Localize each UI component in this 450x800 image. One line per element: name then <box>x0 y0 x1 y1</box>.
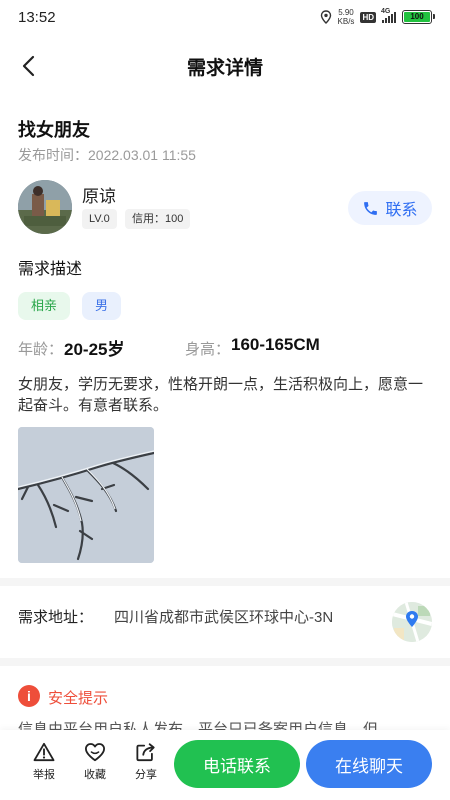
net-speed-value: 5.90 <box>338 8 354 17</box>
section-title-description: 需求描述 <box>18 261 83 278</box>
net-speed-unit: KB/s <box>337 17 355 26</box>
user-name: 原谅 <box>82 187 116 206</box>
status-bar: 13:52 5.90 KB/s HD 4G 100 <box>0 0 450 34</box>
heart-icon <box>85 743 105 762</box>
status-time: 13:52 <box>18 8 56 26</box>
frosted-branch-image <box>18 427 154 563</box>
avatar-image <box>18 180 72 234</box>
battery-level: 100 <box>404 12 430 22</box>
height-value: 160-165CM <box>231 335 320 354</box>
phone-icon <box>364 201 378 215</box>
battery-icon: 100 <box>402 10 435 24</box>
age-label: 年龄： <box>18 341 64 358</box>
post-title: 找女朋友 <box>18 120 90 140</box>
avatar[interactable] <box>18 180 72 234</box>
back-button[interactable] <box>14 52 42 80</box>
report-label: 举报 <box>33 769 55 781</box>
share-button[interactable]: 分享 <box>126 742 166 782</box>
warning-icon: i <box>18 685 40 707</box>
section-divider <box>0 578 450 586</box>
location-icon <box>320 10 331 24</box>
map-pin-icon <box>392 602 432 642</box>
address-value: 四川省成都市武侯区环球中心-3N <box>114 609 334 626</box>
height-label: 身高： <box>185 341 231 358</box>
network-type: 4G <box>381 7 391 15</box>
bottom-action-bar: 举报 收藏 分享 电话联系 在线聊天 <box>0 730 450 800</box>
chevron-left-icon <box>22 55 35 77</box>
address-label: 需求地址： <box>18 609 94 626</box>
map-thumbnail[interactable] <box>392 602 432 642</box>
tag-category: 相亲 <box>18 292 71 320</box>
contact-button[interactable]: 联系 <box>348 191 432 225</box>
status-indicators: 5.90 KB/s HD 4G 100 <box>320 8 435 26</box>
level-badge: LV.0 <box>82 209 117 229</box>
post-photo[interactable] <box>18 427 154 563</box>
share-label: 分享 <box>135 769 157 781</box>
nav-bar: 需求详情 <box>0 44 450 88</box>
phone-contact-button[interactable]: 电话联系 <box>174 740 300 788</box>
favorite-button[interactable]: 收藏 <box>75 742 115 782</box>
safety-title: 安全提示 <box>48 690 109 707</box>
contact-button-label: 联系 <box>385 202 418 219</box>
report-button[interactable]: 举报 <box>24 742 64 782</box>
publish-time: 发布时间：2022.03.01 11:55 <box>18 147 196 163</box>
signal-icon: 4G <box>381 8 396 23</box>
age-value: 20-25岁 <box>64 340 125 359</box>
share-icon <box>136 743 155 762</box>
section-divider <box>0 658 450 666</box>
page-title: 需求详情 <box>186 57 263 79</box>
credit-badge: 信用：100 <box>125 209 191 229</box>
favorite-label: 收藏 <box>84 769 106 781</box>
net-speed: 5.90 KB/s <box>338 8 355 26</box>
alert-triangle-icon <box>33 742 55 762</box>
hd-badge: HD <box>360 11 376 23</box>
requirement-description: 女朋友，学历无要求，性格开朗一点，生活积极向上，愿意一起奋斗。有意者联系。 <box>18 376 424 414</box>
tag-gender: 男 <box>82 292 122 320</box>
online-chat-button[interactable]: 在线聊天 <box>306 740 432 788</box>
